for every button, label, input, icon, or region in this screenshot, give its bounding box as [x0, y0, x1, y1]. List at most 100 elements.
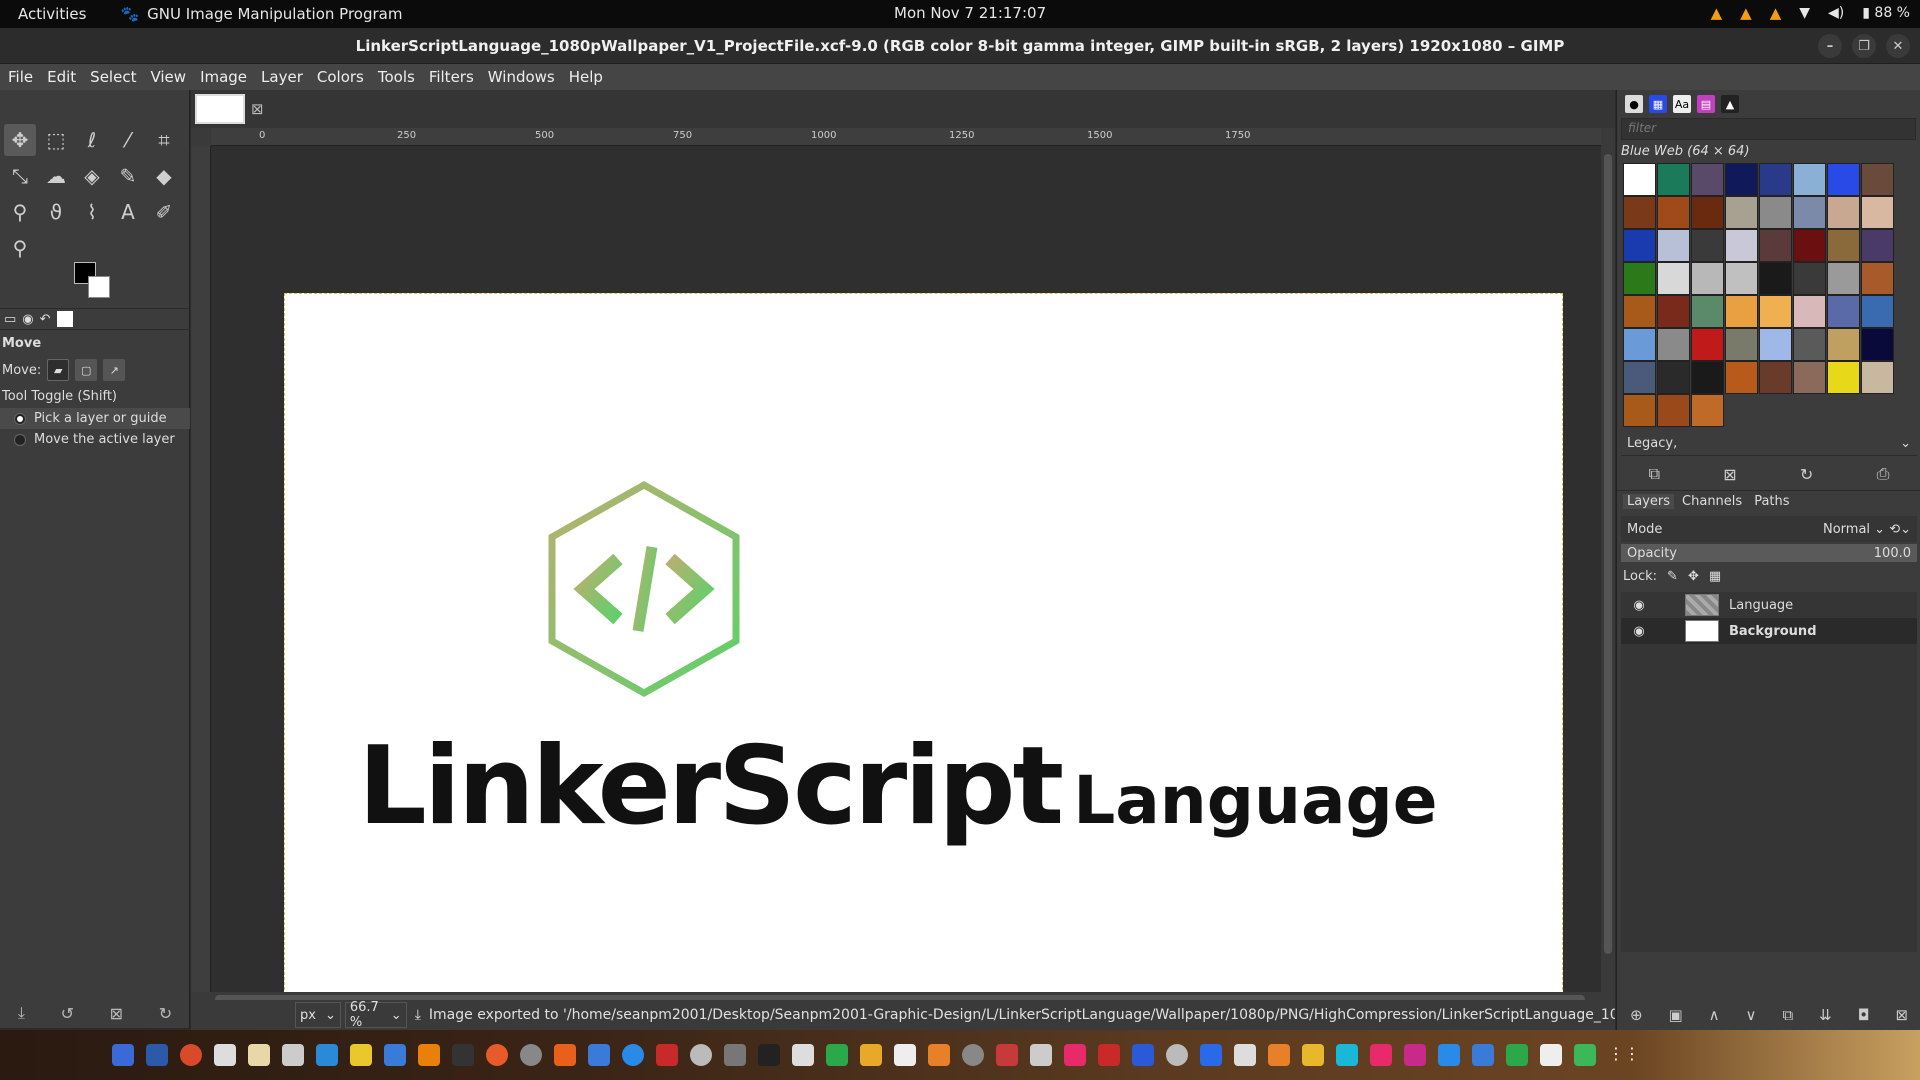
pattern-swatch[interactable] — [1725, 328, 1758, 361]
pattern-swatch[interactable] — [1623, 361, 1656, 394]
app-icon[interactable] — [248, 1044, 270, 1066]
pattern-swatch[interactable] — [1725, 295, 1758, 328]
move-selection-mode-button[interactable]: ▢ — [75, 359, 98, 381]
pattern-swatch[interactable] — [1759, 163, 1792, 196]
lock-alpha-icon[interactable]: ▦ — [1709, 569, 1721, 584]
delete-pattern-icon[interactable]: ⊠ — [1723, 465, 1736, 484]
pattern-tag-select[interactable]: Legacy, ⌄ — [1621, 434, 1917, 456]
pattern-filter-input[interactable]: filter — [1621, 118, 1916, 140]
app-icon[interactable] — [588, 1044, 610, 1066]
pattern-swatch[interactable] — [1725, 196, 1758, 229]
pattern-swatch[interactable] — [1861, 328, 1894, 361]
pattern-swatch[interactable] — [1691, 328, 1724, 361]
layer-row[interactable]: ◉ Language — [1621, 592, 1917, 618]
pattern-swatch[interactable] — [1725, 229, 1758, 262]
tab-paths[interactable]: Paths — [1750, 494, 1793, 509]
pattern-swatch[interactable] — [1759, 361, 1792, 394]
gimp-dock-icon[interactable] — [724, 1044, 746, 1066]
menu-windows[interactable]: Windows — [480, 68, 561, 86]
pattern-swatch[interactable] — [1623, 328, 1656, 361]
pattern-swatch[interactable] — [1623, 394, 1656, 427]
pattern-swatch[interactable] — [1827, 262, 1860, 295]
gradients-tab-icon[interactable]: ▤ — [1697, 95, 1715, 113]
move-tool-icon[interactable]: ✥ — [4, 124, 36, 156]
volume-icon[interactable]: ◀) — [1828, 5, 1844, 21]
visibility-eye-icon[interactable]: ◉ — [1629, 624, 1649, 639]
dynamics-tab-icon[interactable]: ▲ — [1721, 95, 1739, 113]
text-tool-icon[interactable]: A — [112, 196, 144, 228]
pattern-swatch[interactable] — [1759, 229, 1792, 262]
pattern-swatch[interactable] — [1861, 229, 1894, 262]
chrome-icon[interactable] — [180, 1044, 202, 1066]
menu-tools[interactable]: Tools — [370, 68, 421, 86]
paths-tool-icon[interactable]: ⌇ — [76, 196, 108, 228]
app-icon[interactable] — [1200, 1044, 1222, 1066]
pattern-swatch[interactable] — [1793, 262, 1826, 295]
pattern-swatch[interactable] — [1623, 229, 1656, 262]
paintbrush-tool-icon[interactable]: ✎ — [112, 160, 144, 192]
pattern-swatch[interactable] — [1657, 196, 1690, 229]
visibility-eye-icon[interactable]: ◉ — [1629, 598, 1649, 613]
opacity-slider[interactable]: Opacity 100.0 — [1621, 544, 1917, 562]
app-icon[interactable] — [996, 1044, 1018, 1066]
app-icon[interactable] — [1132, 1044, 1154, 1066]
raise-layer-icon[interactable]: ∧ — [1709, 1006, 1720, 1024]
menu-image[interactable]: Image — [192, 68, 253, 86]
app-icon[interactable] — [350, 1044, 372, 1066]
app-icon[interactable] — [1472, 1044, 1494, 1066]
pattern-swatch[interactable] — [1725, 361, 1758, 394]
menu-help[interactable]: Help — [561, 68, 609, 86]
close-image-tab-icon[interactable]: ⊠ — [251, 100, 264, 118]
activities-button[interactable]: Activities — [0, 5, 104, 23]
minimize-button[interactable]: – — [1818, 34, 1842, 58]
pattern-swatch[interactable] — [1623, 262, 1656, 295]
close-button[interactable]: ✕ — [1886, 34, 1910, 58]
warning-icon[interactable]: ▲ — [1770, 4, 1782, 22]
smudge-tool-icon[interactable]: ϑ — [40, 196, 72, 228]
fonts-tab-icon[interactable]: Aa — [1673, 95, 1691, 113]
app-icon[interactable] — [860, 1044, 882, 1066]
pattern-swatch[interactable] — [1827, 229, 1860, 262]
system-tray[interactable]: ▲ ▲ ▲ ▼ ◀) ▮ 88 % — [1711, 4, 1910, 22]
app-icon[interactable] — [214, 1044, 236, 1066]
app-icon[interactable] — [1438, 1044, 1460, 1066]
app-icon[interactable] — [1064, 1044, 1086, 1066]
layer-mode-select[interactable]: Normal ⌄ ⟲⌄ — [1823, 522, 1911, 537]
pattern-swatch[interactable] — [1691, 394, 1724, 427]
app-icon[interactable] — [282, 1044, 304, 1066]
tool-options-tab-icon[interactable]: ▭ — [4, 312, 16, 327]
open-pattern-icon[interactable]: ⎙ — [1877, 464, 1890, 484]
delete-layer-icon[interactable]: ⊠ — [1895, 1006, 1908, 1024]
move-path-mode-button[interactable]: ↗ — [103, 359, 126, 381]
pattern-swatch[interactable] — [1793, 328, 1826, 361]
zoom-tool-icon[interactable]: ⚲ — [4, 232, 36, 264]
pattern-swatch[interactable] — [1657, 328, 1690, 361]
pattern-swatch[interactable] — [1861, 361, 1894, 394]
refresh-patterns-icon[interactable]: ↻ — [1800, 465, 1813, 484]
software-center-icon[interactable] — [554, 1044, 576, 1066]
pattern-swatch[interactable] — [1657, 394, 1690, 427]
pattern-swatch[interactable] — [1793, 163, 1826, 196]
pattern-swatch[interactable] — [1725, 163, 1758, 196]
mask-layer-icon[interactable]: ◘ — [1858, 1006, 1870, 1024]
tab-channels[interactable]: Channels — [1678, 494, 1746, 509]
app-icon[interactable] — [656, 1044, 678, 1066]
pattern-swatch[interactable] — [1691, 196, 1724, 229]
pattern-swatch[interactable] — [1793, 196, 1826, 229]
app-icon[interactable] — [894, 1044, 916, 1066]
color-picker-tool-icon[interactable]: ✐ — [148, 196, 180, 228]
pattern-swatch[interactable] — [1657, 361, 1690, 394]
bucket-fill-tool-icon[interactable]: ◈ — [76, 160, 108, 192]
app-icon[interactable] — [1234, 1044, 1256, 1066]
radio-move-active-layer[interactable]: Move the active layer — [0, 429, 190, 450]
images-tab-icon[interactable] — [56, 311, 73, 327]
pattern-swatch[interactable] — [1793, 295, 1826, 328]
unit-select[interactable]: px ⌄ — [295, 1002, 341, 1028]
app-icon[interactable] — [1268, 1044, 1290, 1066]
menu-select[interactable]: Select — [82, 68, 142, 86]
tab-layers[interactable]: Layers — [1623, 494, 1675, 509]
pattern-swatch[interactable] — [1691, 163, 1724, 196]
image-canvas[interactable]: LinkerScript Language — [284, 293, 1563, 992]
lock-pixels-icon[interactable]: ✎ — [1667, 569, 1678, 584]
duplicate-pattern-icon[interactable]: ⧉ — [1649, 464, 1660, 484]
